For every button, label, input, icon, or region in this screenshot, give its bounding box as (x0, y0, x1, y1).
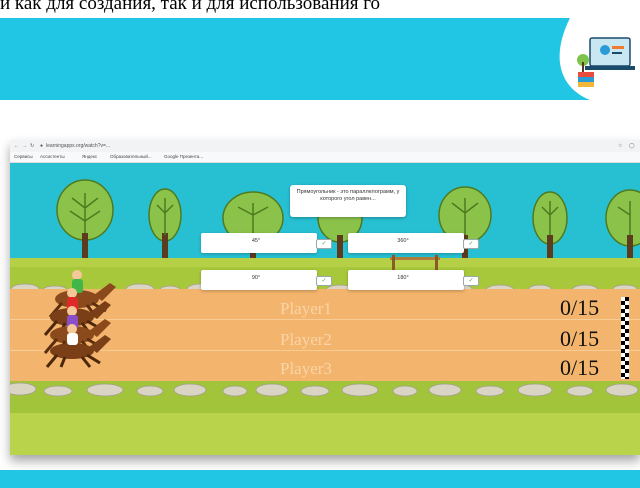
foreground-grass (10, 413, 640, 455)
url-text[interactable]: learningapps.org/watch?v=... (46, 143, 110, 149)
bookmark-item[interactable]: Ассистенты (40, 154, 65, 159)
check-icon[interactable]: ✓ (463, 276, 479, 286)
fence (390, 255, 440, 271)
back-icon[interactable]: ← (14, 143, 19, 149)
slide-banner (0, 18, 640, 100)
player-score-2: 0/15 (560, 326, 600, 351)
bookmark-item[interactable]: Сервисы (14, 154, 33, 159)
question-card: Прямоугольник - это параллелограмм, у ко… (290, 185, 406, 217)
answer-card-4[interactable]: 180° ✓ (348, 270, 479, 290)
player-name-1: Player1 (280, 299, 332, 318)
browser-window: ← → ↻ ● learningapps.org/watch?v=... ☆ ◯… (10, 140, 640, 455)
answer-card-3[interactable]: 90° ✓ (201, 270, 332, 290)
laptop-illustration-icon (559, 18, 640, 100)
slide-footer-bar (0, 470, 640, 488)
horse-race-game: Player1 Player2 Player3 0/15 0/15 0/15 П… (10, 163, 640, 455)
bookmark-item[interactable]: Образовательный... (110, 154, 152, 159)
answer-text: 180° (397, 275, 409, 281)
slide-caption-strip: и как для создания, так и для использова… (0, 0, 640, 18)
answer-card-1[interactable]: 45° ✓ (201, 233, 332, 253)
stones-bottom (10, 382, 639, 397)
star-icon[interactable]: ☆ (618, 143, 622, 149)
reload-icon[interactable]: ↻ (30, 143, 34, 149)
answer-text: 360° (397, 238, 409, 244)
bookmark-item[interactable]: Google Презента... (164, 154, 203, 159)
answer-text: 45° (251, 238, 261, 244)
check-icon[interactable]: ✓ (316, 276, 332, 286)
horses-icon (43, 270, 116, 368)
bookmark-item[interactable]: Яндекс (82, 154, 97, 159)
bookmarks-bar: Сервисы Ассистенты Яндекс Образовательны… (10, 152, 640, 163)
player-score-1: 0/15 (560, 295, 600, 320)
trees-scenery (56, 179, 640, 263)
finish-line (621, 297, 629, 379)
profile-icon[interactable]: ◯ (629, 143, 635, 149)
slide-caption: и как для создания, так и для использова… (0, 0, 381, 14)
answer-text: 90° (251, 275, 261, 281)
lock-icon: ● (40, 143, 44, 149)
forward-icon[interactable]: → (22, 143, 27, 149)
address-bar[interactable]: ← → ↻ ● learningapps.org/watch?v=... ☆ ◯ (10, 140, 640, 152)
check-icon[interactable]: ✓ (316, 239, 332, 249)
player-name-3: Player3 (280, 359, 332, 378)
player-score-3: 0/15 (560, 355, 600, 380)
check-icon[interactable]: ✓ (463, 239, 479, 249)
answer-card-2[interactable]: 360° ✓ (348, 233, 479, 253)
player-name-2: Player2 (280, 330, 332, 349)
